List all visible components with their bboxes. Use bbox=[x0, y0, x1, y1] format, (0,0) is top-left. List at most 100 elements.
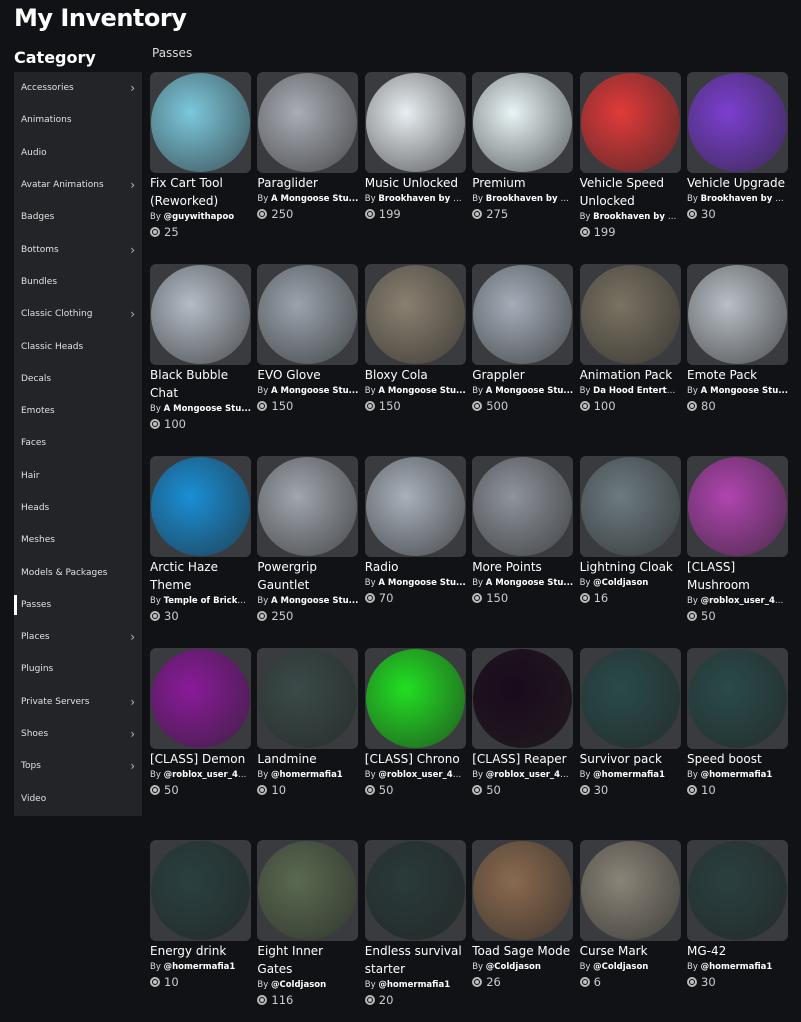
item-creator[interactable]: By @Coldjason bbox=[580, 962, 681, 972]
sidebar-item-avatar-animations[interactable]: Avatar Animations › bbox=[14, 169, 142, 201]
item-thumbnail[interactable] bbox=[687, 840, 788, 941]
sidebar-item-models-packages[interactable]: Models & Packages bbox=[14, 556, 142, 588]
sidebar-item-hair[interactable]: Hair bbox=[14, 460, 142, 492]
sidebar-item-badges[interactable]: Badges bbox=[14, 201, 142, 233]
item-card[interactable]: Radio By A Mongoose Stu... 70 bbox=[364, 456, 466, 605]
item-creator[interactable]: By @roblox_user_40... bbox=[150, 770, 251, 780]
sidebar-item-meshes[interactable]: Meshes bbox=[14, 524, 142, 556]
item-card[interactable]: Vehicle Speed Unlocked By Brookhaven by … bbox=[579, 72, 681, 239]
item-creator[interactable]: By A Mongoose Stu... bbox=[365, 386, 466, 396]
item-creator[interactable]: By A Mongoose Stu... bbox=[472, 578, 573, 588]
item-thumbnail[interactable] bbox=[364, 264, 466, 365]
item-name[interactable]: Toad Sage Mode bbox=[472, 942, 573, 960]
item-card[interactable]: Fix Cart Tool (Reworked) By @guywithapoo… bbox=[150, 72, 251, 239]
item-card[interactable]: MG-42 By @homermafia1 30 bbox=[687, 840, 788, 989]
item-creator[interactable]: By Brookhaven by V... bbox=[472, 194, 573, 204]
item-card[interactable]: [CLASS] Chrono By @roblox_user_40... 50 bbox=[364, 648, 466, 797]
item-creator[interactable]: By @Coldjason bbox=[257, 980, 358, 990]
item-creator[interactable]: By @homermafia1 bbox=[257, 770, 358, 780]
item-thumbnail[interactable] bbox=[687, 264, 788, 365]
item-name[interactable]: [CLASS] Chrono bbox=[365, 750, 466, 768]
item-name[interactable]: Grappler bbox=[472, 366, 573, 384]
item-card[interactable]: Bloxy Cola By A Mongoose Stu... 150 bbox=[364, 264, 466, 413]
item-name[interactable]: Fix Cart Tool (Reworked) bbox=[150, 174, 251, 210]
item-card[interactable]: Speed boost By @homermafia1 10 bbox=[687, 648, 788, 797]
sidebar-item-accessories[interactable]: Accessories › bbox=[14, 72, 142, 104]
sidebar-item-video[interactable]: Video bbox=[14, 783, 142, 815]
item-creator[interactable]: By @roblox_user_40... bbox=[365, 770, 466, 780]
item-name[interactable]: Powergrip Gauntlet bbox=[257, 558, 358, 594]
item-creator[interactable]: By A Mongoose Stu... bbox=[365, 578, 466, 588]
item-creator[interactable]: By @homermafia1 bbox=[150, 962, 251, 972]
item-thumbnail[interactable] bbox=[472, 456, 574, 557]
sidebar-item-bundles[interactable]: Bundles bbox=[14, 266, 142, 298]
item-name[interactable]: Lightning Cloak bbox=[580, 558, 681, 576]
item-card[interactable]: Animation Pack By Da Hood Entertai... 10… bbox=[579, 264, 681, 413]
item-name[interactable]: Bloxy Cola bbox=[365, 366, 466, 384]
item-name[interactable]: Arctic Haze Theme bbox=[150, 558, 251, 594]
item-thumbnail[interactable] bbox=[364, 840, 466, 941]
item-name[interactable]: Eight Inner Gates bbox=[257, 942, 358, 978]
item-thumbnail[interactable] bbox=[257, 648, 359, 749]
sidebar-item-decals[interactable]: Decals bbox=[14, 363, 142, 395]
sidebar-item-shoes[interactable]: Shoes › bbox=[14, 718, 142, 750]
item-card[interactable]: Eight Inner Gates By @Coldjason 116 bbox=[257, 840, 359, 1007]
item-thumbnail[interactable] bbox=[364, 72, 466, 173]
item-name[interactable]: Survivor pack bbox=[580, 750, 681, 768]
sidebar-item-classic-heads[interactable]: Classic Heads bbox=[14, 330, 142, 362]
item-creator[interactable]: By @roblox_user_40... bbox=[687, 596, 788, 606]
sidebar-item-passes[interactable]: Passes bbox=[14, 589, 142, 621]
item-name[interactable]: Speed boost bbox=[687, 750, 788, 768]
item-creator[interactable]: By A Mongoose Stu... bbox=[150, 404, 251, 414]
item-name[interactable]: Landmine bbox=[257, 750, 358, 768]
item-thumbnail[interactable] bbox=[472, 648, 574, 749]
item-thumbnail[interactable] bbox=[257, 456, 359, 557]
item-name[interactable]: Premium bbox=[472, 174, 573, 192]
item-name[interactable]: Radio bbox=[365, 558, 466, 576]
item-creator[interactable]: By @Coldjason bbox=[472, 962, 573, 972]
item-name[interactable]: Curse Mark bbox=[580, 942, 681, 960]
item-thumbnail[interactable] bbox=[150, 456, 251, 557]
item-card[interactable]: Paraglider By A Mongoose Stu... 250 bbox=[257, 72, 359, 221]
sidebar-item-animations[interactable]: Animations bbox=[14, 104, 142, 136]
item-thumbnail[interactable] bbox=[257, 840, 359, 941]
item-card[interactable]: Endless survival starter By @homermafia1… bbox=[364, 840, 466, 1007]
item-name[interactable]: Vehicle Upgrade bbox=[687, 174, 788, 192]
item-creator[interactable]: By @homermafia1 bbox=[687, 962, 788, 972]
item-thumbnail[interactable] bbox=[579, 840, 681, 941]
item-name[interactable]: Energy drink bbox=[150, 942, 251, 960]
item-thumbnail[interactable] bbox=[579, 456, 681, 557]
item-name[interactable]: Vehicle Speed Unlocked bbox=[580, 174, 681, 210]
item-thumbnail[interactable] bbox=[364, 456, 466, 557]
item-creator[interactable]: By @homermafia1 bbox=[687, 770, 788, 780]
item-name[interactable]: Black Bubble Chat bbox=[150, 366, 251, 402]
item-creator[interactable]: By A Mongoose Stu... bbox=[257, 386, 358, 396]
item-card[interactable]: Survivor pack By @homermafia1 30 bbox=[579, 648, 681, 797]
item-thumbnail[interactable] bbox=[579, 264, 681, 365]
item-card[interactable]: Toad Sage Mode By @Coldjason 26 bbox=[472, 840, 574, 989]
item-creator[interactable]: By @guywithapoo bbox=[150, 212, 251, 222]
item-creator[interactable]: By @homermafia1 bbox=[580, 770, 681, 780]
item-creator[interactable]: By Brookhaven by V... bbox=[580, 212, 681, 222]
item-thumbnail[interactable] bbox=[687, 72, 788, 173]
item-card[interactable]: Music Unlocked By Brookhaven by V... 199 bbox=[364, 72, 466, 221]
item-card[interactable]: Vehicle Upgrade By Brookhaven by V... 30 bbox=[687, 72, 788, 221]
item-name[interactable]: Paraglider bbox=[257, 174, 358, 192]
item-creator[interactable]: By @Coldjason bbox=[580, 578, 681, 588]
item-name[interactable]: Animation Pack bbox=[580, 366, 681, 384]
item-creator[interactable]: By Da Hood Entertai... bbox=[580, 386, 681, 396]
item-thumbnail[interactable] bbox=[472, 72, 574, 173]
sidebar-item-private-servers[interactable]: Private Servers › bbox=[14, 686, 142, 718]
item-card[interactable]: Emote Pack By A Mongoose Stu... 80 bbox=[687, 264, 788, 413]
item-creator[interactable]: By @homermafia1 bbox=[365, 980, 466, 990]
item-card[interactable]: More Points By A Mongoose Stu... 150 bbox=[472, 456, 574, 605]
item-creator[interactable]: By A Mongoose Stu... bbox=[687, 386, 788, 396]
item-card[interactable]: [CLASS] Reaper By @roblox_user_40... 50 bbox=[472, 648, 574, 797]
item-name[interactable]: Emote Pack bbox=[687, 366, 788, 384]
item-thumbnail[interactable] bbox=[150, 72, 251, 173]
sidebar-item-plugins[interactable]: Plugins bbox=[14, 653, 142, 685]
item-card[interactable]: Black Bubble Chat By A Mongoose Stu... 1… bbox=[150, 264, 251, 431]
item-name[interactable]: Music Unlocked bbox=[365, 174, 466, 192]
item-thumbnail[interactable] bbox=[364, 648, 466, 749]
item-card[interactable]: [CLASS] Demon By @roblox_user_40... 50 bbox=[150, 648, 251, 797]
